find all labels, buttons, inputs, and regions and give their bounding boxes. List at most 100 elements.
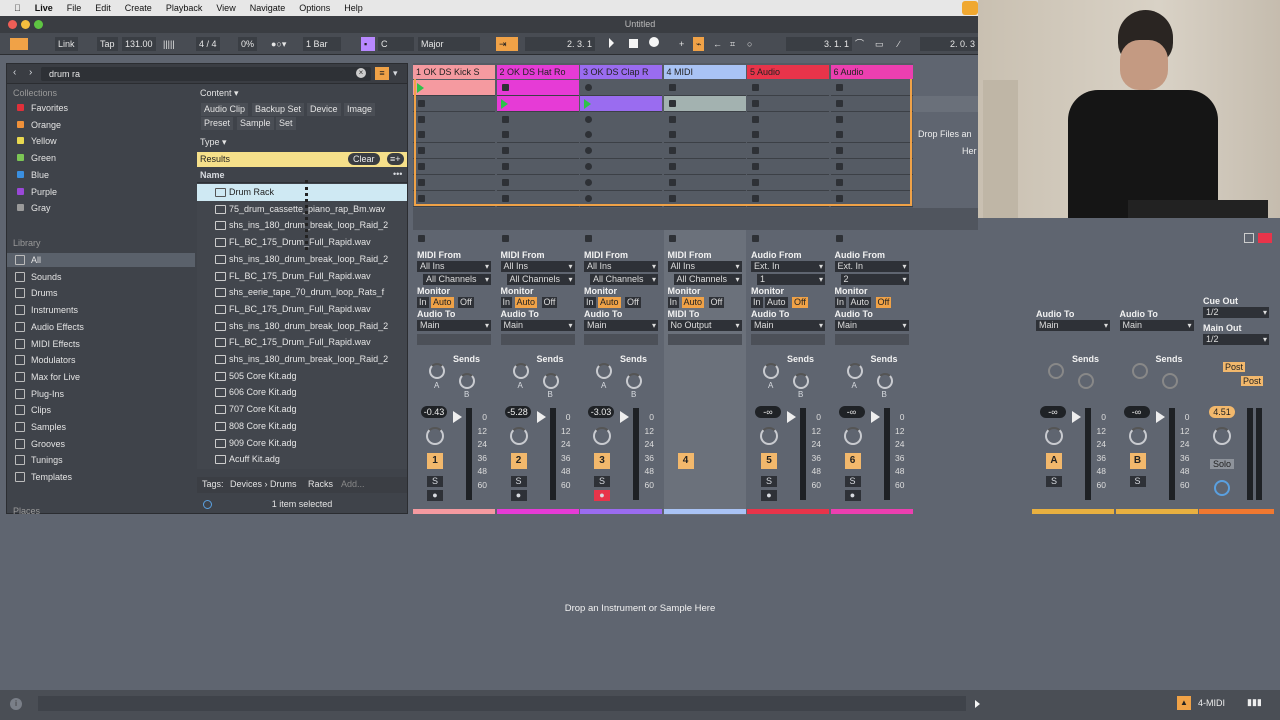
monitor-auto-button[interactable]: Auto: [848, 297, 872, 308]
clip-stop-icon[interactable]: [752, 99, 759, 107]
send-b-knob[interactable]: [1078, 373, 1094, 389]
clip-slot[interactable]: [830, 95, 913, 112]
clip-slot[interactable]: [663, 174, 746, 191]
result-row[interactable]: Acuff Kit.adg: [197, 451, 407, 468]
clip-slot[interactable]: [663, 159, 746, 175]
master-volume-field[interactable]: 4.51: [1209, 406, 1235, 418]
monitor-in-button[interactable]: In: [584, 297, 596, 308]
clip-slot[interactable]: [663, 95, 746, 112]
pan-knob[interactable]: [509, 427, 528, 445]
link-button[interactable]: Link: [55, 37, 78, 51]
monitor-auto-button[interactable]: Auto: [765, 297, 788, 308]
record-button[interactable]: [646, 37, 662, 51]
library-item-modulators[interactable]: Modulators: [7, 353, 195, 367]
clip-slot[interactable]: [830, 190, 913, 207]
monitor-off-button[interactable]: Off: [792, 297, 808, 308]
clip-stop-icon[interactable]: [668, 115, 676, 123]
clip-stop-icon[interactable]: [418, 115, 425, 123]
expand-icon[interactable]: [975, 700, 980, 710]
forward-icon[interactable]: ›: [29, 67, 32, 78]
clip-slot[interactable]: [413, 127, 495, 144]
arm-button[interactable]: ●: [761, 490, 777, 501]
collection-favorites[interactable]: Favorites: [7, 101, 195, 115]
solo-button[interactable]: S: [427, 476, 443, 487]
solo-button[interactable]: S: [594, 476, 610, 487]
clip-slot[interactable]: [413, 159, 495, 175]
clip-stop-icon[interactable]: [835, 147, 843, 155]
clip-stop-icon[interactable]: [668, 178, 676, 186]
clip-slot[interactable]: [413, 95, 495, 112]
name-column-header[interactable]: Name •••: [197, 168, 407, 183]
library-item-tunings[interactable]: Tunings: [7, 453, 195, 467]
volume-field[interactable]: -∞: [1040, 406, 1066, 418]
output-dropdown[interactable]: Main: [584, 320, 658, 331]
result-row[interactable]: 808 Core Kit.adg: [197, 418, 407, 435]
monitor-in-button[interactable]: In: [417, 297, 429, 308]
arm-button[interactable]: ●: [594, 490, 610, 501]
filter-image[interactable]: Image: [344, 103, 376, 116]
track-activator-button[interactable]: 4: [677, 453, 694, 469]
track-stop-icon[interactable]: [585, 235, 592, 242]
menu-options[interactable]: Options: [299, 3, 330, 13]
clip-stop-icon[interactable]: [585, 84, 592, 91]
input-source-dropdown[interactable]: All Ins: [584, 261, 658, 272]
collection-gray[interactable]: Gray: [7, 201, 195, 215]
track-stop-icon[interactable]: [501, 235, 509, 242]
solo-button[interactable]: S: [1129, 476, 1146, 487]
clip-stop-icon[interactable]: [501, 178, 509, 186]
clip-slot[interactable]: [413, 174, 495, 191]
clip-stop-icon[interactable]: [501, 163, 509, 170]
output-dropdown[interactable]: Main: [500, 320, 575, 331]
library-item-grooves[interactable]: Grooves: [7, 437, 195, 451]
result-row[interactable]: shs_ins_180_drum_break_loop_Raid_2: [197, 351, 407, 368]
clip-play-icon[interactable]: [584, 98, 591, 109]
filter-backup-set[interactable]: Backup Set: [252, 103, 305, 116]
tap-tempo-button[interactable]: Tap: [97, 37, 118, 51]
input-source-dropdown[interactable]: All Ins: [500, 261, 575, 272]
main-out-dropdown[interactable]: 1/2: [1203, 334, 1269, 345]
filter-audio-clip[interactable]: Audio Clip: [201, 103, 249, 116]
result-row[interactable]: FL_BC_175_Drum_Full_Rapid.wav: [197, 234, 407, 251]
clip-stop-icon[interactable]: [752, 163, 759, 170]
collection-purple[interactable]: Purple: [7, 185, 195, 199]
result-row[interactable]: shs_ins_180_drum_break_loop_Raid_2: [197, 217, 407, 234]
return-activator-button[interactable]: B: [1129, 453, 1146, 469]
clip-slot[interactable]: [413, 190, 495, 207]
send-a-knob[interactable]: [1131, 363, 1148, 379]
master-pan-knob[interactable]: [1213, 427, 1231, 445]
crossfade-icon[interactable]: [1258, 233, 1272, 243]
scene-slot[interactable]: [913, 96, 978, 112]
arm-button[interactable]: ●: [427, 490, 443, 501]
input-source-dropdown[interactable]: Ext. In: [751, 261, 825, 272]
library-item-drums[interactable]: Drums: [7, 286, 195, 300]
volume-field[interactable]: -3.03: [588, 406, 614, 418]
clip-stop-icon[interactable]: [418, 131, 425, 139]
return-output-dropdown[interactable]: Main: [1119, 320, 1194, 331]
clip-slot[interactable]: [413, 143, 495, 160]
fader-arrow-icon[interactable]: [1155, 411, 1165, 423]
monitor-auto-button[interactable]: Auto: [514, 297, 538, 308]
clip-slot[interactable]: [747, 95, 829, 112]
volume-field[interactable]: -∞: [755, 406, 781, 418]
pan-knob[interactable]: [1128, 427, 1147, 445]
clip-stop-icon[interactable]: [752, 147, 759, 155]
loop-start-field[interactable]: 3. 1. 1: [786, 37, 852, 51]
result-row[interactable]: FL_BC_175_Drum_Full_Rapid.wav: [197, 268, 407, 285]
master-options-icon[interactable]: [1244, 233, 1254, 243]
arrangement-position[interactable]: 2. 3. 1: [525, 37, 595, 51]
menu-navigate[interactable]: Navigate: [250, 3, 286, 13]
clip-slot[interactable]: [496, 190, 579, 207]
clip-stop-icon[interactable]: [585, 147, 592, 155]
send-b-knob[interactable]: [626, 373, 642, 389]
clip-stop-icon[interactable]: [668, 84, 676, 91]
clip-slot[interactable]: [496, 95, 579, 112]
monitor-off-button[interactable]: Off: [541, 297, 558, 308]
clip-slot[interactable]: [580, 190, 662, 207]
clip-slot[interactable]: [580, 127, 662, 144]
send-a-knob[interactable]: [1048, 363, 1064, 379]
send-a-knob[interactable]: [846, 363, 863, 379]
clip-stop-icon[interactable]: [585, 163, 592, 170]
fader-arrow-icon[interactable]: [453, 411, 462, 423]
send-a-knob[interactable]: [512, 363, 529, 379]
input-channel-dropdown[interactable]: All Channels: [506, 274, 575, 285]
